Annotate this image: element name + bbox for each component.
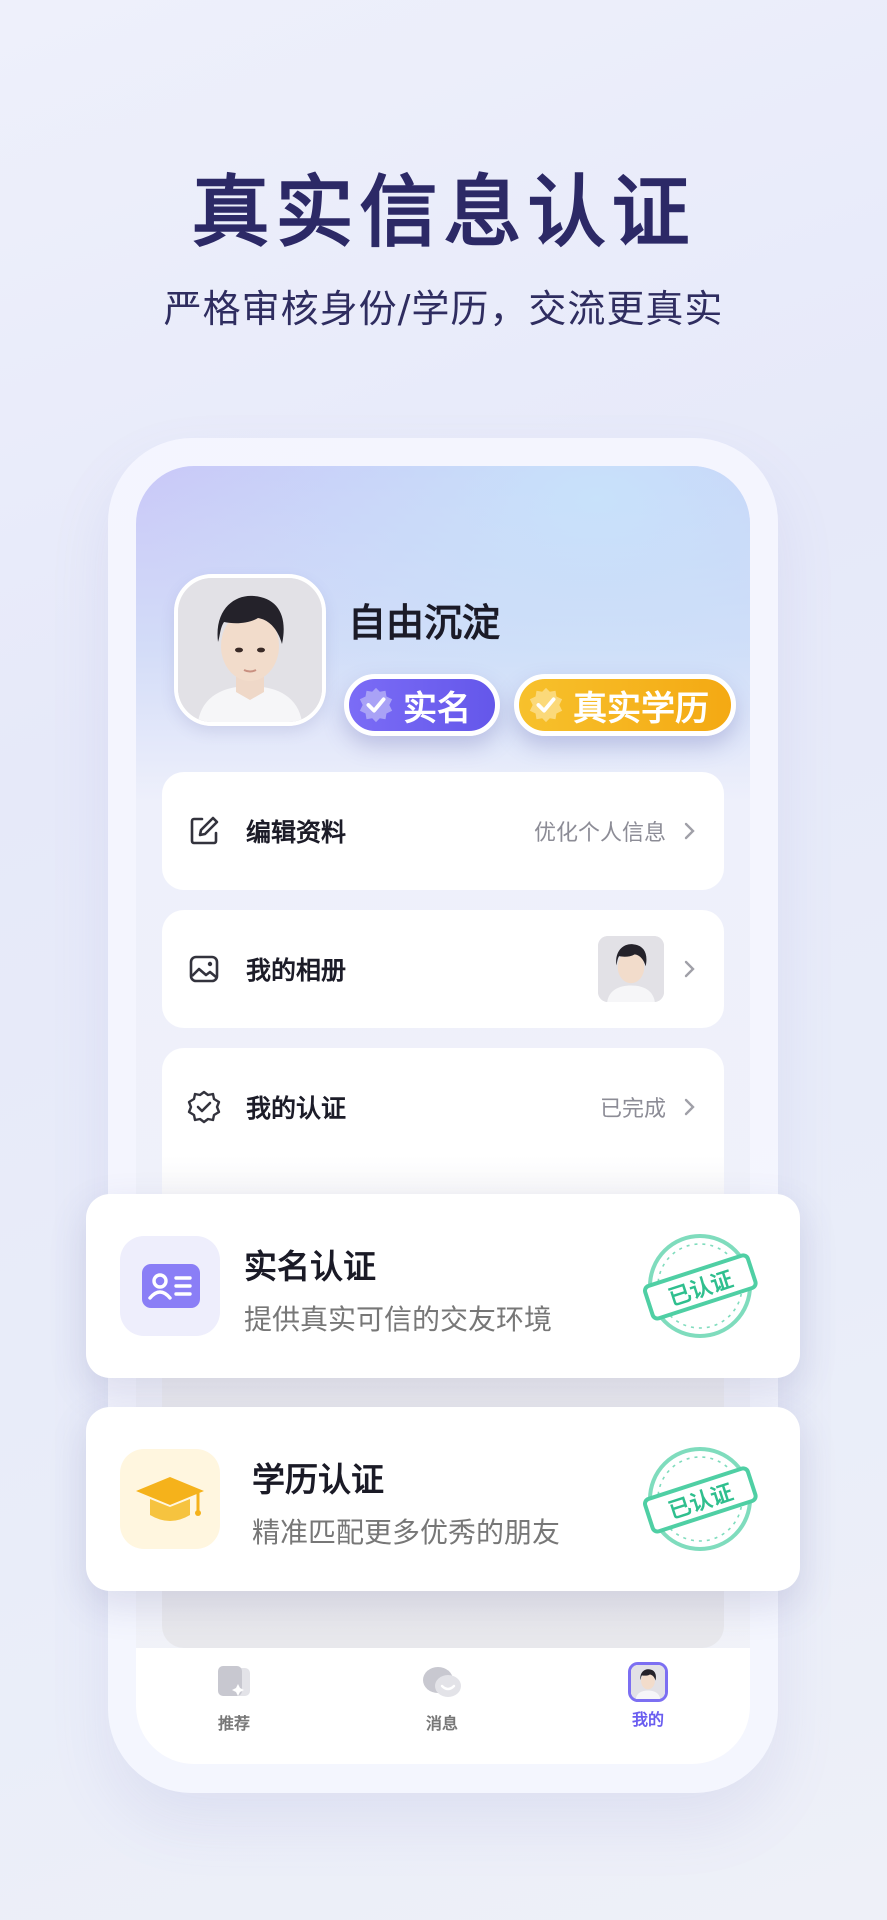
page-headline: 真实信息认证 <box>191 168 696 258</box>
id-card-icon <box>142 1264 200 1308</box>
tab-me[interactable]: 我的 <box>588 1662 708 1730</box>
menu-item-my-album[interactable]: 我的相册 <box>162 910 724 1028</box>
chevron-right-icon <box>684 1098 695 1116</box>
menu-item-edit-profile[interactable]: 编辑资料 优化个人信息 <box>162 772 724 890</box>
avatar-tab-icon <box>628 1662 668 1702</box>
chevron-right-icon <box>684 822 695 840</box>
id-card-icon-bg <box>120 1236 220 1336</box>
menu-label: 我的相册 <box>246 956 347 985</box>
real-name-verification-card[interactable]: 实名认证 提供真实可信的交友环境 已认证 <box>86 1194 800 1378</box>
menu-label: 编辑资料 <box>246 818 347 847</box>
profile-avatar[interactable] <box>174 574 326 726</box>
real-name-badge-label: 实名 <box>403 688 471 729</box>
chevron-right-icon <box>684 960 695 978</box>
menu-hint: 优化个人信息 <box>533 821 666 846</box>
graduation-cap-icon-bg <box>120 1449 220 1549</box>
verified-seal-icon <box>359 687 393 723</box>
bottom-tab-bar: 推荐 消息 我的 <box>136 1648 750 1764</box>
chat-bubble-icon <box>423 1667 461 1697</box>
education-badge: 真实学历 <box>514 674 736 736</box>
menu-hint: 已完成 <box>599 1097 666 1122</box>
real-name-badge: 实名 <box>344 674 500 736</box>
verified-stamp-icon: 已认证 <box>642 1447 758 1551</box>
person-portrait-icon <box>631 1665 665 1699</box>
album-icon <box>189 955 219 983</box>
verified-stamp-icon: 已认证 <box>642 1234 758 1338</box>
tab-label: 我的 <box>631 1710 664 1729</box>
graduation-cap-icon <box>136 1477 204 1521</box>
education-badge-label: 真实学历 <box>573 688 709 729</box>
album-thumbnail <box>598 936 664 1002</box>
verified-icon <box>187 1090 221 1124</box>
verified-seal-icon <box>529 687 563 723</box>
page-subtitle: 严格审核身份/学历，交流更真实 <box>163 287 724 331</box>
card-title: 学历认证 <box>252 1460 384 1499</box>
edit-icon <box>190 816 219 845</box>
person-portrait-icon <box>598 936 664 1002</box>
card-title: 实名认证 <box>244 1247 376 1286</box>
tab-recommend[interactable]: 推荐 <box>174 1662 294 1734</box>
card-subtitle: 提供真实可信的交友环境 <box>244 1303 553 1336</box>
tab-label: 消息 <box>425 1714 458 1733</box>
card-subtitle: 精准匹配更多优秀的朋友 <box>252 1516 561 1549</box>
tab-label: 推荐 <box>217 1714 250 1733</box>
cards-icon <box>218 1666 250 1696</box>
person-portrait-icon <box>178 578 322 722</box>
profile-nickname: 自由沉淀 <box>348 601 501 645</box>
menu-label: 我的认证 <box>246 1094 347 1123</box>
tab-messages[interactable]: 消息 <box>382 1662 502 1734</box>
education-verification-card[interactable]: 学历认证 精准匹配更多优秀的朋友 已认证 <box>86 1407 800 1591</box>
